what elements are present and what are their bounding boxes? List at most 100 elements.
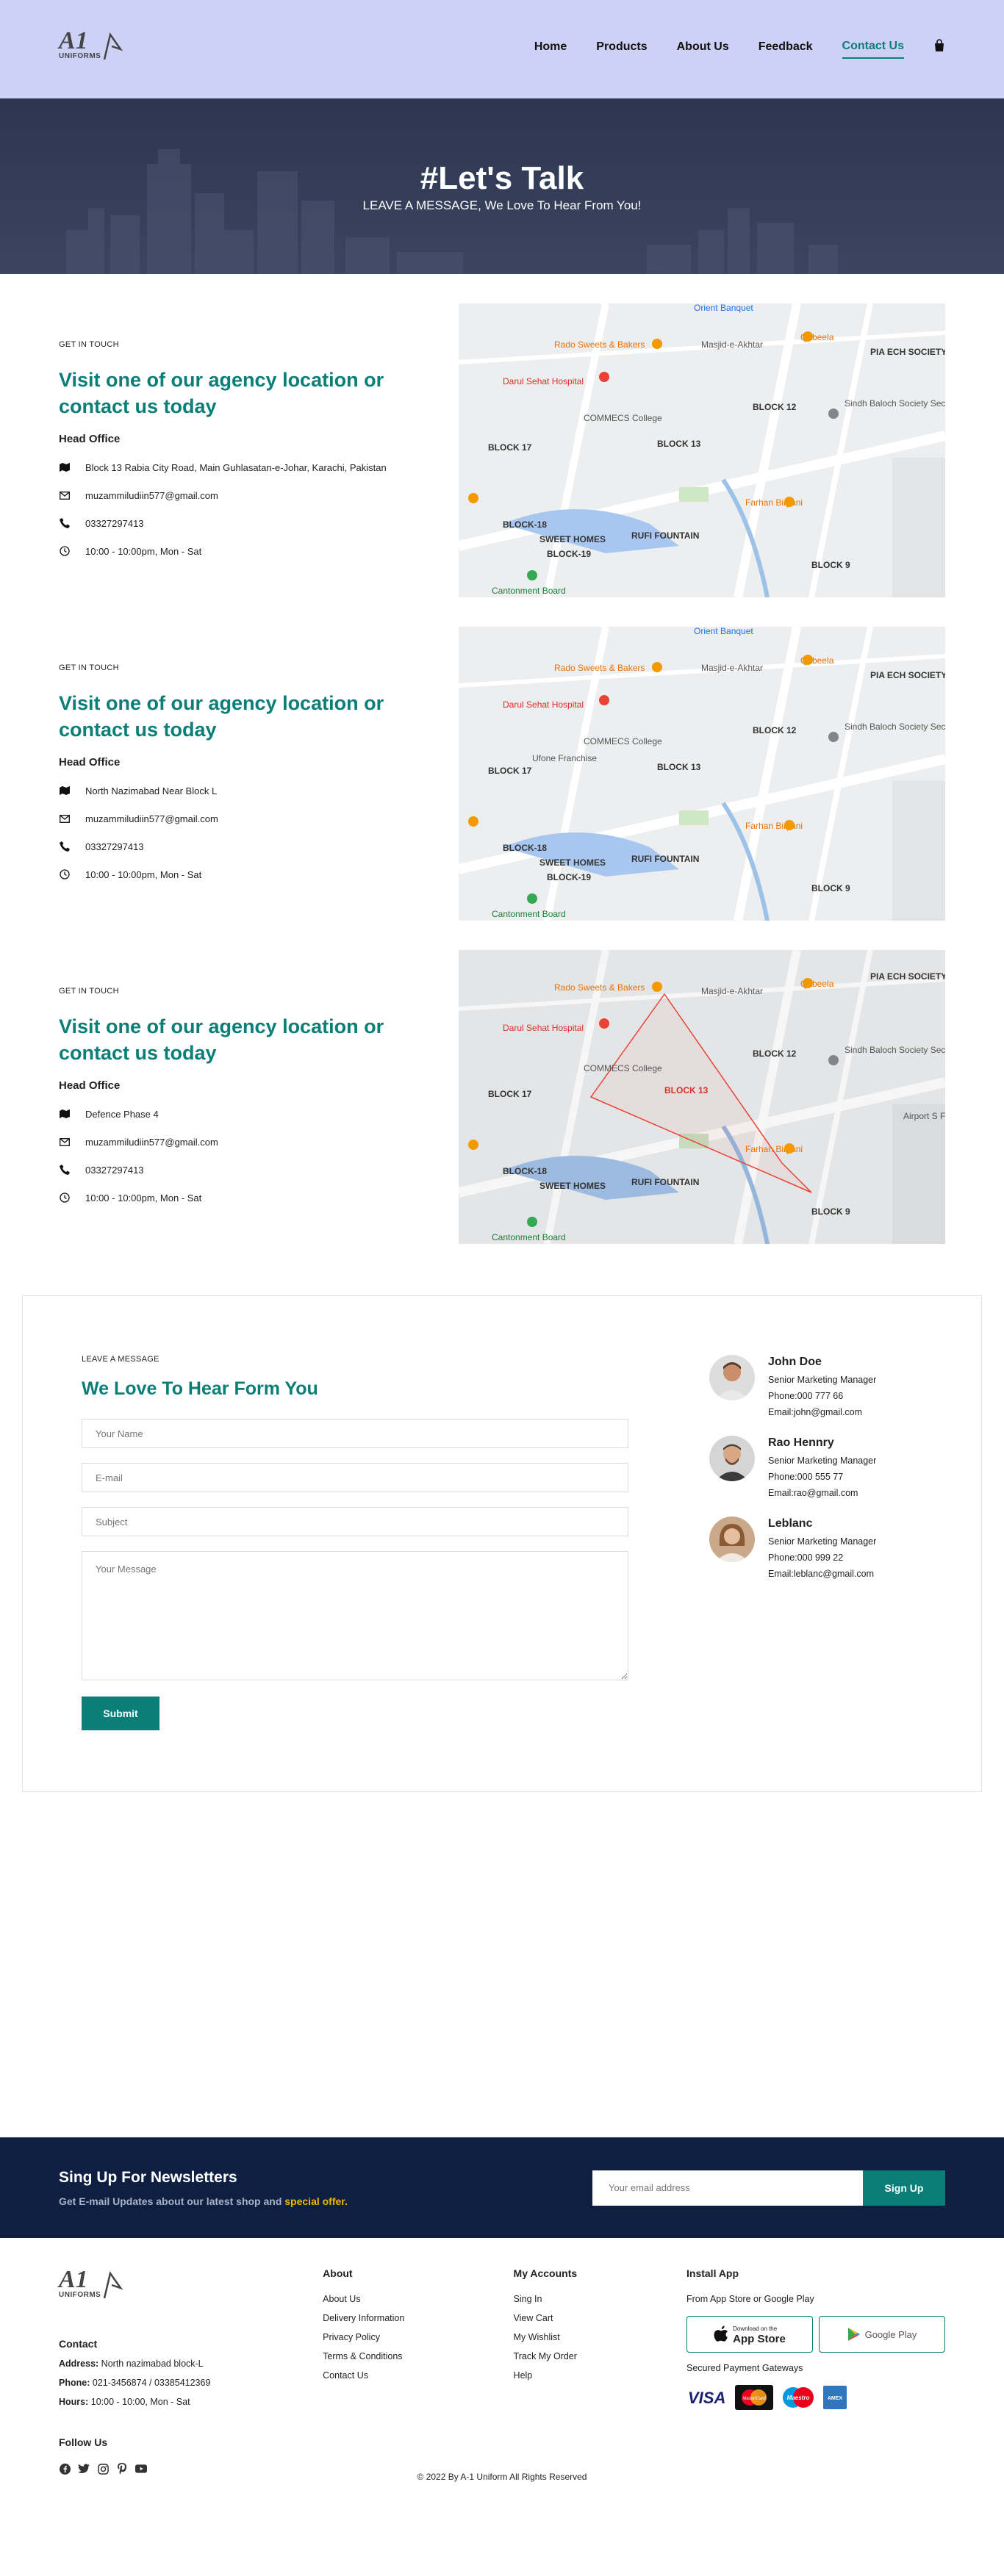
shopping-bag-icon[interactable] (933, 38, 945, 60)
avatar (709, 1517, 755, 1562)
logo-sub: UNIFORMS (59, 52, 101, 60)
map-label-block17: BLOCK 17 (488, 766, 532, 776)
map-label-block17: BLOCK 17 (488, 442, 532, 453)
footer-link-terms[interactable]: Terms & Conditions (323, 2351, 513, 2361)
newsletter-email-input[interactable] (592, 2170, 863, 2206)
footer-link-signin[interactable]: Sing In (514, 2294, 686, 2304)
site-header: A1 UNIFORMS Home Products About Us Feedb… (0, 0, 1004, 98)
app-store-button[interactable]: Download on the App Store (686, 2316, 813, 2353)
hours-value: 10:00 - 10:00, Mon - Sat (90, 2397, 190, 2407)
person-phone: Phone:000 555 77 (768, 1472, 844, 1482)
google-play-icon (847, 2328, 860, 2341)
address-row: Defence Phase 4 (59, 1108, 441, 1120)
name-input[interactable] (82, 1419, 628, 1448)
map-label-rado: Rado Sweets & Bakers (554, 339, 645, 350)
footer-link-contact[interactable]: Contact Us (323, 2370, 513, 2381)
office-heading: Head Office (59, 1079, 121, 1092)
sign-up-button[interactable]: Sign Up (863, 2170, 945, 2206)
svg-text:Maestro: Maestro (787, 2395, 810, 2401)
map-label-block19: BLOCK-19 (547, 549, 591, 559)
phone-row: 03327297413 (59, 1164, 441, 1176)
email-row: muzammiludiin577@gmail.com (59, 813, 441, 824)
person-card: John Doe Senior Marketing Manager Phone:… (709, 1355, 922, 1417)
map-label-orient: Orient Banquet (694, 627, 753, 636)
site-logo[interactable]: A1 UNIFORMS (59, 29, 140, 70)
footer-link-privacy[interactable]: Privacy Policy (323, 2332, 513, 2342)
footer-address: Address: North nazimabad block-L (59, 2359, 323, 2369)
envelope-icon (59, 489, 71, 501)
address-text: North Nazimabad Near Block L (85, 785, 218, 796)
map-label-sindh: Sindh Baloch Society Security Gate 1 (845, 398, 945, 409)
map-label-block19: BLOCK-19 (547, 872, 591, 882)
nav-home[interactable]: Home (534, 40, 567, 58)
map-label-pia: PIA ECH SOCIETY (870, 670, 945, 680)
nav-about[interactable]: About Us (677, 40, 729, 58)
location-title: Visit one of our agency location or cont… (59, 692, 384, 741)
address-row: North Nazimabad Near Block L (59, 785, 441, 796)
clock-icon (59, 1192, 71, 1204)
nav-contact[interactable]: Contact Us (842, 40, 904, 59)
email-text: muzammiludiin577@gmail.com (85, 1136, 218, 1148)
message-textarea[interactable] (82, 1551, 628, 1680)
phone-label: Phone: (59, 2378, 90, 2388)
map-label-rufi: RUFI FOUNTAIN (631, 854, 699, 864)
map-label-cantonment: Cantonment Board (492, 1232, 566, 1242)
nav-feedback[interactable]: Feedback (759, 40, 813, 58)
person-name: Rao Hennry (768, 1436, 834, 1449)
email-text: muzammiludiin577@gmail.com (85, 813, 218, 824)
email-row: muzammiludiin577@gmail.com (59, 1136, 441, 1148)
store-buttons: Download on the App Store Google Play (686, 2316, 945, 2353)
footer-link-track[interactable]: Track My Order (514, 2351, 686, 2361)
location-map-1[interactable]: Orient Banquet Rado Sweets & Bakers Masj… (459, 303, 945, 597)
contact-form-card: LEAVE A MESSAGE We Love To Hear Form You… (22, 1295, 982, 1792)
map-label-block12: BLOCK 12 (753, 725, 797, 735)
location-map-2[interactable]: Orient Banquet Rado Sweets & Bakers Masj… (459, 627, 945, 921)
email-input[interactable] (82, 1463, 628, 1492)
email-text: muzammiludiin577@gmail.com (85, 489, 218, 501)
payment-title: Secured Payment Gateways (686, 2363, 803, 2373)
map-label-pia: PIA ECH SOCIETY (870, 347, 945, 357)
clock-icon (59, 868, 71, 880)
footer-link-help[interactable]: Help (514, 2370, 686, 2381)
footer-link-wishlist[interactable]: My Wishlist (514, 2332, 686, 2342)
footer-contact-title: Contact (59, 2338, 98, 2350)
logo-text: A1 (59, 27, 88, 54)
payment-logos: VISA MasterCard Maestro AMEX (686, 2385, 945, 2410)
hours-label: Hours: (59, 2397, 89, 2407)
phone-icon (59, 1164, 71, 1176)
location-info: GET IN TOUCH Visit one of our agency loc… (59, 303, 441, 597)
svg-text:AMEX: AMEX (828, 2396, 843, 2401)
nav-products[interactable]: Products (596, 40, 647, 58)
person-name: Leblanc (768, 1517, 813, 1530)
hero-subtitle: LEAVE A MESSAGE, We Love To Hear From Yo… (362, 198, 642, 212)
submit-button[interactable]: Submit (82, 1697, 159, 1730)
footer-link-delivery[interactable]: Delivery Information (323, 2313, 513, 2323)
phone-icon (59, 517, 71, 529)
address-text: Defence Phase 4 (85, 1108, 159, 1120)
map-label-block18: BLOCK-18 (503, 1166, 547, 1176)
phone-icon (59, 841, 71, 852)
footer-link-cart[interactable]: View Cart (514, 2313, 686, 2323)
footer-link-about[interactable]: About Us (323, 2294, 513, 2304)
google-play-button[interactable]: Google Play (819, 2316, 945, 2353)
newsletter-title: Sing Up For Newsletters (59, 2168, 237, 2186)
map-label-pia: PIA ECH SOCIETY (870, 971, 945, 982)
hours-row: 10:00 - 10:00pm, Mon - Sat (59, 545, 441, 557)
footer-phone: Phone: 021-3456874 / 03385412369 (59, 2378, 323, 2388)
footer-logo[interactable]: A1 UNIFORMS (59, 2267, 140, 2309)
eyebrow: GET IN TOUCH (59, 987, 119, 996)
apple-icon (714, 2325, 728, 2342)
follow-title: Follow Us (59, 2436, 108, 2448)
location-map-3[interactable]: Rado Sweets & Bakers Masjid-e-Akhtar Qab… (459, 950, 945, 1244)
map-label-block13: BLOCK 13 (657, 762, 701, 772)
person-email: Email:rao@gmail.com (768, 1488, 858, 1498)
mastercard-icon: MasterCard (735, 2385, 773, 2410)
install-title: Install App (686, 2267, 739, 2279)
map-label-rufi: RUFI FOUNTAIN (631, 530, 699, 541)
location-section-1: GET IN TOUCH Visit one of our agency loc… (0, 303, 1004, 597)
map-label-commecs: COMMECS College (584, 1063, 662, 1073)
subject-input[interactable] (82, 1507, 628, 1536)
main-nav: Home Products About Us Feedback Contact … (534, 38, 945, 60)
address-value: North nazimabad block-L (101, 2359, 204, 2369)
map-label-sindh: Sindh Baloch Society Security Gate 1 (845, 722, 945, 732)
